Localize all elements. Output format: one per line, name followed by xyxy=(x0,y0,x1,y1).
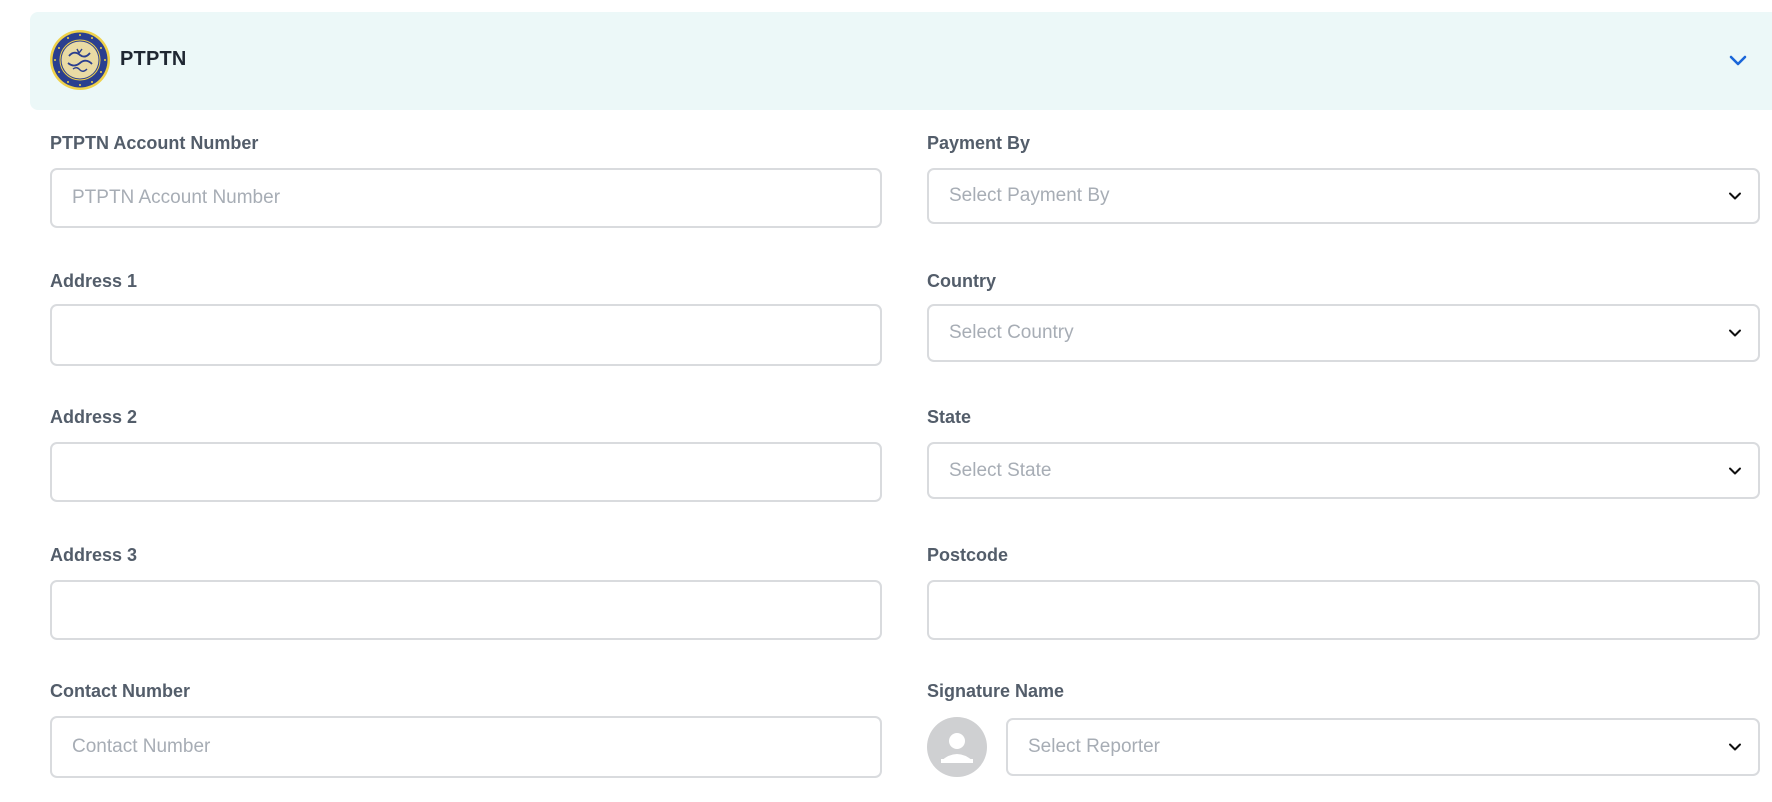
chevron-down-icon[interactable] xyxy=(1726,48,1750,72)
section-title: PTPTN xyxy=(120,48,187,70)
payment-by-placeholder: Select Payment By xyxy=(949,185,1110,206)
state-label: State xyxy=(927,407,972,427)
signature-reporter-select[interactable]: Select Reporter xyxy=(1006,718,1760,776)
address-3-input[interactable] xyxy=(50,580,882,640)
ptptn-account-number-label: PTPTN Account Number xyxy=(50,133,259,153)
contact-number-label: Contact Number xyxy=(50,681,191,701)
address-2-input[interactable] xyxy=(50,442,882,502)
ptptn-seal-logo-icon xyxy=(50,30,110,90)
country-label: Country xyxy=(927,271,996,291)
payment-by-select[interactable]: Select Payment By xyxy=(927,168,1760,224)
country-select[interactable]: Select Country xyxy=(927,304,1760,362)
chevron-down-icon xyxy=(1729,467,1741,474)
chevron-down-icon xyxy=(1729,743,1741,751)
ptptn-section-header[interactable]: PTPTN xyxy=(30,12,1772,110)
chevron-down-icon xyxy=(1729,329,1741,337)
state-placeholder: Select State xyxy=(949,459,1052,481)
reporter-placeholder: Select Reporter xyxy=(1028,736,1161,757)
address-1-label: Address 1 xyxy=(50,271,138,291)
address-3-label: Address 3 xyxy=(50,545,138,565)
country-placeholder: Select Country xyxy=(949,322,1074,343)
address-1-input[interactable] xyxy=(50,304,882,366)
contact-number-input[interactable] xyxy=(50,716,882,778)
postcode-input[interactable] xyxy=(927,580,1760,640)
payment-by-label: Payment By xyxy=(927,133,1031,153)
state-select[interactable]: Select State xyxy=(927,442,1760,499)
chevron-down-icon xyxy=(1729,192,1741,200)
postcode-label: Postcode xyxy=(927,545,1009,565)
signature-name-label: Signature Name xyxy=(927,681,1065,701)
ptptn-account-number-input[interactable] xyxy=(50,168,882,228)
address-2-label: Address 2 xyxy=(50,407,138,427)
user-avatar-icon xyxy=(927,717,987,777)
